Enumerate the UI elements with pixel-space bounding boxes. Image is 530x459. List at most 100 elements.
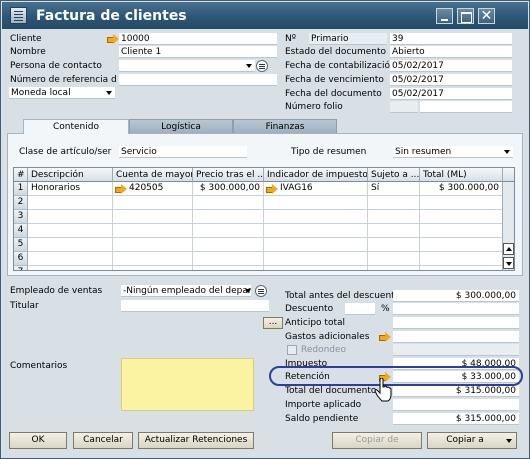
col-header-num[interactable]: #	[14, 168, 28, 182]
chevron-down-icon[interactable]	[105, 87, 113, 99]
anticipo-button[interactable]: ...	[263, 317, 283, 329]
copiar-a-label: Copiar a	[446, 435, 484, 445]
folio-prefix-field[interactable]	[390, 101, 418, 113]
title-bar: Factura de clientes ✕	[2, 2, 528, 29]
chevron-down-icon[interactable]	[503, 146, 511, 158]
retencion-highlight-ellipse	[269, 366, 523, 386]
cliente-field[interactable]: 10000	[119, 33, 277, 45]
link-arrow-icon[interactable]	[266, 184, 278, 194]
tab-finanzas[interactable]: Finanzas	[233, 119, 337, 134]
redondeo-checkbox[interactable]	[287, 345, 297, 355]
cell-impuesto[interactable]: IVAG16	[264, 182, 368, 196]
antes-descuento-label: Total antes del descuento	[285, 291, 401, 301]
anticipo-value	[393, 317, 519, 329]
row-number[interactable]: 4	[14, 224, 28, 238]
document-icon	[10, 7, 27, 24]
saldo-pendiente-label: Saldo pendiente	[285, 414, 359, 424]
empleado-select[interactable]: -Ningún empleado del departa	[121, 285, 251, 297]
empleado-label: Empleado de ventas	[10, 286, 103, 296]
grid-scrollbar[interactable]	[502, 182, 514, 270]
contabilizacion-field[interactable]: 05/02/2017	[390, 60, 512, 72]
gastos-value	[393, 331, 519, 343]
row-number[interactable]: 5	[14, 238, 28, 252]
close-button[interactable]: ✕	[478, 8, 495, 24]
resumen-select[interactable]: Sin resumen	[393, 146, 513, 158]
nombre-field[interactable]: Cliente 1	[119, 46, 277, 58]
referencia-label: Número de referencia d	[10, 75, 117, 85]
folio-field[interactable]	[420, 101, 512, 113]
col-header-cuenta[interactable]: Cuenta de mayor	[113, 168, 193, 182]
descuento-value[interactable]	[393, 303, 519, 315]
empty-grid-rows[interactable]	[28, 196, 503, 270]
moneda-select[interactable]: Moneda local	[9, 87, 115, 99]
col-header-precio[interactable]: Precio tras el ...	[193, 168, 264, 182]
chevron-down-icon[interactable]	[244, 285, 252, 297]
antes-descuento-value: $ 300.000,00	[393, 290, 519, 302]
clase-select[interactable]: Servicio	[119, 146, 247, 158]
comentarios-textarea[interactable]	[121, 358, 254, 411]
cell-total[interactable]: $ 300.000,00	[420, 182, 503, 196]
contabilizacion-label: Fecha de contabilización	[285, 61, 396, 71]
redondeo-value	[393, 344, 519, 356]
ok-button[interactable]: OK	[9, 432, 67, 449]
row-number[interactable]: 6	[14, 252, 28, 266]
copiar-a-button[interactable]: Copiar a	[427, 432, 517, 449]
tab-contenido[interactable]: Contenido	[23, 119, 129, 134]
hand-cursor-icon	[374, 378, 392, 402]
cliente-label: Cliente	[10, 34, 42, 44]
col-header-total[interactable]: Total (ML)	[420, 168, 503, 182]
cancel-button[interactable]: Cancelar	[73, 432, 133, 449]
link-arrow-icon[interactable]	[115, 184, 127, 194]
titular-field[interactable]	[121, 300, 269, 312]
referencia-field[interactable]	[119, 74, 277, 86]
scroll-up-button[interactable]	[503, 243, 514, 255]
total-documento-label: Total del documento	[285, 386, 377, 396]
contacto-label: Persona de contacto	[10, 61, 102, 71]
fecha-documento-field[interactable]: 05/02/2017	[390, 88, 512, 100]
actualizar-retenciones-button[interactable]: Actualizar Retenciones	[138, 432, 254, 449]
link-arrow-icon[interactable]	[379, 332, 391, 342]
vencimiento-field[interactable]: 05/02/2017	[390, 74, 512, 86]
tab-logistica[interactable]: Logística	[129, 119, 233, 134]
anticipo-label: Anticipo total	[285, 318, 345, 328]
chevron-down-icon[interactable]	[505, 435, 513, 447]
resumen-label: Tipo de resumen	[291, 147, 367, 157]
redondeo-label: Redondeo	[301, 345, 347, 355]
gastos-label: Gastos adicionales	[285, 332, 370, 342]
invoice-window: Factura de clientes ✕ Cliente 10000 Nomb…	[0, 0, 530, 459]
vencimiento-label: Fecha de vencimiento	[285, 75, 384, 85]
numero-field[interactable]: 39	[390, 33, 512, 45]
descuento-pct-field[interactable]	[345, 303, 375, 315]
link-arrow-icon[interactable]	[107, 34, 119, 44]
cell-descripcion[interactable]: Honorarios	[28, 182, 113, 196]
scroll-down-button[interactable]	[503, 257, 514, 269]
importe-aplicado-value	[393, 399, 519, 411]
total-documento-value: $ 315.000,00	[393, 385, 519, 397]
col-header-spacer	[503, 168, 514, 182]
col-header-impuesto[interactable]: Indicador de impuestos	[264, 168, 368, 182]
serie-select[interactable]: Primario	[309, 33, 387, 45]
importe-aplicado-label: Importe aplicado	[285, 400, 362, 410]
percent-symbol: %	[381, 304, 390, 314]
cell-cuenta[interactable]: 420505	[113, 182, 193, 196]
chevron-down-icon[interactable]	[245, 60, 253, 72]
row-number[interactable]: 7	[14, 266, 28, 270]
row-number[interactable]: 1	[14, 182, 28, 196]
cell-precio[interactable]: $ 300.000,00	[193, 182, 264, 196]
row-number[interactable]: 3	[14, 210, 28, 224]
col-header-descripcion[interactable]: Descripción	[28, 168, 113, 182]
maximize-button[interactable]	[457, 8, 474, 24]
estado-label: Estado del documento	[285, 47, 387, 57]
copiar-de-button[interactable]: Copiar de	[332, 432, 422, 449]
cell-sujeto[interactable]: Sí	[368, 182, 420, 196]
documento-label: Fecha del documento	[285, 89, 382, 99]
employee-list-icon[interactable]	[255, 285, 267, 297]
minimize-button[interactable]	[436, 8, 453, 24]
nombre-label: Nombre	[10, 47, 46, 57]
row-number[interactable]: 2	[14, 196, 28, 210]
clase-label: Clase de artículo/ser	[19, 147, 112, 157]
contact-list-icon[interactable]	[256, 60, 268, 72]
contacto-field[interactable]	[119, 60, 255, 72]
col-header-sujeto[interactable]: Sujeto a ...	[368, 168, 420, 182]
items-grid: # Descripción Cuenta de mayor Precio tra…	[13, 167, 515, 271]
